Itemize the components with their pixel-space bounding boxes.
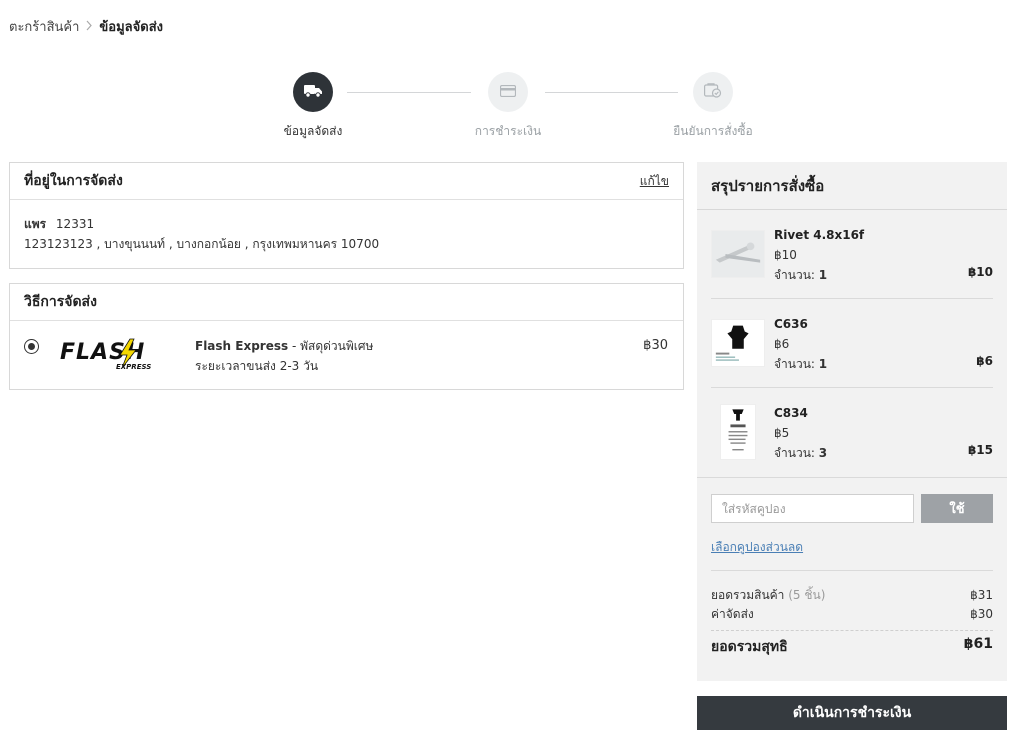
shipping-radio[interactable] (24, 339, 39, 354)
shipping-option-name: Flash Express (195, 339, 289, 353)
product-image-c834 (720, 404, 756, 460)
shipping-price: ฿30 (643, 338, 668, 353)
summary-title: สรุปรายการสั่งซื้อ (697, 162, 1007, 210)
svg-text:EXPRESS: EXPRESS (116, 363, 151, 371)
subtotal-label: ยอดรวมสินค้า (5 ชิ้น) (711, 586, 825, 605)
step-connector (347, 92, 471, 93)
subtotal-row: ยอดรวมสินค้า (5 ชิ้น) ฿31 (711, 586, 993, 605)
checkout-steps: ข้อมูลจัดส่ง การชำระเงิน ยืนยันการสั่งซื… (0, 72, 1017, 142)
item-unit-price: ฿10 (774, 248, 797, 262)
shipping-fee-label: ค่าจัดส่ง (711, 607, 754, 621)
shipping-info: Flash Express - พัสดุด่วนพิเศษ ระยะเวลาข… (195, 336, 373, 376)
address-card-header: ที่อยู่ในการจัดส่ง แก้ไข (10, 163, 683, 200)
qty-label: จำนวน: (774, 268, 819, 282)
address-line: 123123123 , บางขุนนนท์ , บางกอกน้อย , กร… (24, 237, 380, 251)
subtotal-value: ฿31 (970, 588, 993, 602)
item-quantity: จำนวน: 3 (774, 443, 827, 463)
summary-item: C636 ฿6 จำนวน: 1 ฿6 (711, 299, 993, 388)
qty-label: จำนวน: (774, 446, 819, 460)
order-summary: สรุปรายการสั่งซื้อ Rivet 4.8x16f ฿10 จำน… (697, 162, 1007, 681)
summary-item: Rivet 4.8x16f ฿10 จำนวน: 1 ฿10 (711, 210, 993, 299)
shipping-fee-row: ค่าจัดส่ง ฿30 (711, 605, 993, 624)
subtotal-text: ยอดรวมสินค้า (711, 588, 785, 602)
shipping-fee-value: ฿30 (970, 607, 993, 621)
summary-items: Rivet 4.8x16f ฿10 จำนวน: 1 ฿10 C636 ฿6 จ… (697, 210, 1007, 477)
step-label-shipping: ข้อมูลจัดส่ง (283, 124, 343, 138)
item-quantity: จำนวน: 1 (774, 265, 864, 285)
step-confirm (693, 72, 733, 112)
shipping-option-suffix: - พัสดุด่วนพิเศษ (288, 339, 374, 353)
step-shipping (293, 72, 333, 112)
item-name: Rivet 4.8x16f (774, 228, 865, 242)
grand-total-row: ยอดรวมสุทธิ ฿61 (711, 630, 993, 658)
item-unit-price: ฿6 (774, 337, 790, 351)
item-total: ฿15 (967, 443, 993, 457)
address-body: แพร 12331 123123123 , บางขุนนนท์ , บางกอ… (10, 200, 683, 254)
radio-selected-dot (28, 343, 35, 350)
item-unit-price: ฿5 (774, 426, 790, 440)
qty-value: 3 (818, 446, 828, 460)
qty-value: 1 (818, 268, 828, 282)
step-payment (488, 72, 528, 112)
truck-icon (304, 84, 322, 101)
shipping-card-header: วิธีการจัดส่ง (10, 284, 683, 321)
item-total: ฿10 (967, 265, 993, 279)
choose-coupon-link[interactable]: เลือกคูปองส่วนลด (711, 538, 803, 557)
item-name: C834 (774, 406, 808, 420)
credit-card-icon (499, 84, 517, 100)
item-info: Rivet 4.8x16f ฿10 จำนวน: 1 (774, 225, 864, 285)
item-total: ฿6 (976, 354, 993, 368)
recipient-name: แพร (24, 217, 47, 231)
proceed-to-payment-button[interactable]: ดำเนินการชำระเงิน (697, 696, 1007, 730)
item-info: C636 ฿6 จำนวน: 1 (774, 314, 827, 374)
shipping-duration: ระยะเวลาขนส่ง 2-3 วัน (195, 359, 319, 373)
recipient-phone: 12331 (55, 217, 95, 231)
qty-label: จำนวน: (774, 357, 819, 371)
address-title: ที่อยู่ในการจัดส่ง (24, 173, 123, 189)
shipping-title: วิธีการจัดส่ง (24, 294, 97, 310)
breadcrumb-current: ข้อมูลจัดส่ง (99, 20, 163, 35)
shipping-option-flash[interactable]: FLASH EXPRESS Flash Express - พัสดุด่วนพ… (10, 321, 683, 389)
step-connector (545, 92, 678, 93)
breadcrumb: ตะกร้าสินค้า ข้อมูลจัดส่ง (9, 16, 163, 37)
order-totals: ยอดรวมสินค้า (5 ชิ้น) ฿31 ค่าจัดส่ง ฿30 … (711, 570, 993, 658)
step-label-confirm: ยืนยันการสั่งซื้อ (673, 124, 753, 138)
edit-address-link[interactable]: แก้ไข (640, 172, 669, 191)
coupon-input[interactable] (711, 494, 914, 523)
chevron-right-icon (85, 20, 93, 34)
product-image-rivet (711, 230, 765, 278)
item-name: C636 (774, 317, 808, 331)
grand-total-label: ยอดรวมสุทธิ (711, 639, 788, 655)
coupon-area: ใช้ เลือกคูปองส่วนลด (697, 477, 1007, 569)
item-info: C834 ฿5 จำนวน: 3 (774, 403, 827, 463)
subtotal-count: (5 ชิ้น) (784, 588, 826, 602)
qty-value: 1 (818, 357, 828, 371)
apply-coupon-button[interactable]: ใช้ (921, 494, 993, 523)
address-card: ที่อยู่ในการจัดส่ง แก้ไข แพร 12331 12312… (9, 162, 684, 269)
wallet-check-icon (704, 83, 722, 101)
flash-express-logo: FLASH EXPRESS (60, 338, 151, 371)
breadcrumb-cart-link[interactable]: ตะกร้าสินค้า (9, 16, 79, 37)
shipping-card: วิธีการจัดส่ง FLASH EXPRESS Flash Expres… (9, 283, 684, 390)
item-quantity: จำนวน: 1 (774, 354, 827, 374)
grand-total-value: ฿61 (963, 636, 993, 652)
step-label-payment: การชำระเงิน (474, 124, 542, 138)
summary-item: C834 ฿5 จำนวน: 3 ฿15 (711, 388, 993, 477)
product-image-c636 (711, 319, 765, 367)
